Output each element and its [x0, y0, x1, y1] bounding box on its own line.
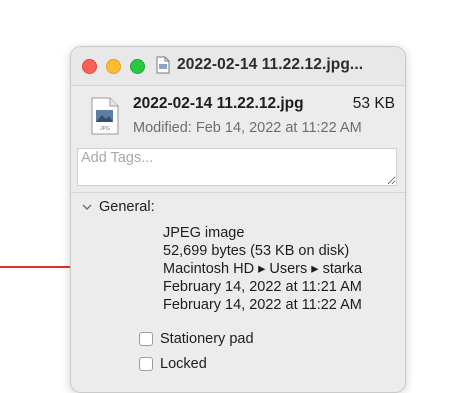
file-type-label: JPG	[100, 126, 110, 132]
title-bar: 2022-02-14 11.22.12.jpg...	[71, 47, 405, 86]
section-divider	[71, 192, 405, 193]
info-value: February 14, 2022 at 11:22 AM	[163, 297, 362, 313]
locked-label: Locked	[160, 356, 207, 372]
file-name: 2022-02-14 11.22.12.jpg	[133, 95, 304, 112]
get-info-window: 2022-02-14 11.22.12.jpg... JPG 2022-02-1…	[70, 46, 406, 393]
jpeg-file-icon: JPG	[91, 97, 119, 135]
general-section-toggle[interactable]: General:	[81, 199, 155, 215]
locked-option[interactable]: Locked	[139, 356, 207, 372]
stationery-pad-label: Stationery pad	[160, 331, 254, 347]
general-section-title: General:	[99, 199, 155, 215]
chevron-down-icon	[82, 204, 92, 210]
file-size: 53 KB	[352, 95, 395, 112]
document-icon	[156, 56, 170, 74]
info-value: February 14, 2022 at 11:21 AM	[163, 279, 362, 295]
locked-checkbox[interactable]	[139, 357, 153, 371]
minimize-button[interactable]	[106, 59, 121, 74]
stationery-pad-option[interactable]: Stationery pad	[139, 331, 254, 347]
zoom-button[interactable]	[130, 59, 145, 74]
stationery-pad-checkbox[interactable]	[139, 332, 153, 346]
info-value: Macintosh HD ▸ Users ▸ starka	[163, 261, 363, 277]
info-value: JPEG image	[163, 225, 245, 241]
file-modified-date: Modified: Feb 14, 2022 at 11:22 AM	[133, 120, 362, 136]
info-value: 52,699 bytes (53 KB on disk)	[163, 243, 350, 259]
close-button[interactable]	[82, 59, 97, 74]
add-tags-field[interactable]	[77, 148, 397, 186]
window-title: 2022-02-14 11.22.12.jpg...	[177, 56, 364, 73]
